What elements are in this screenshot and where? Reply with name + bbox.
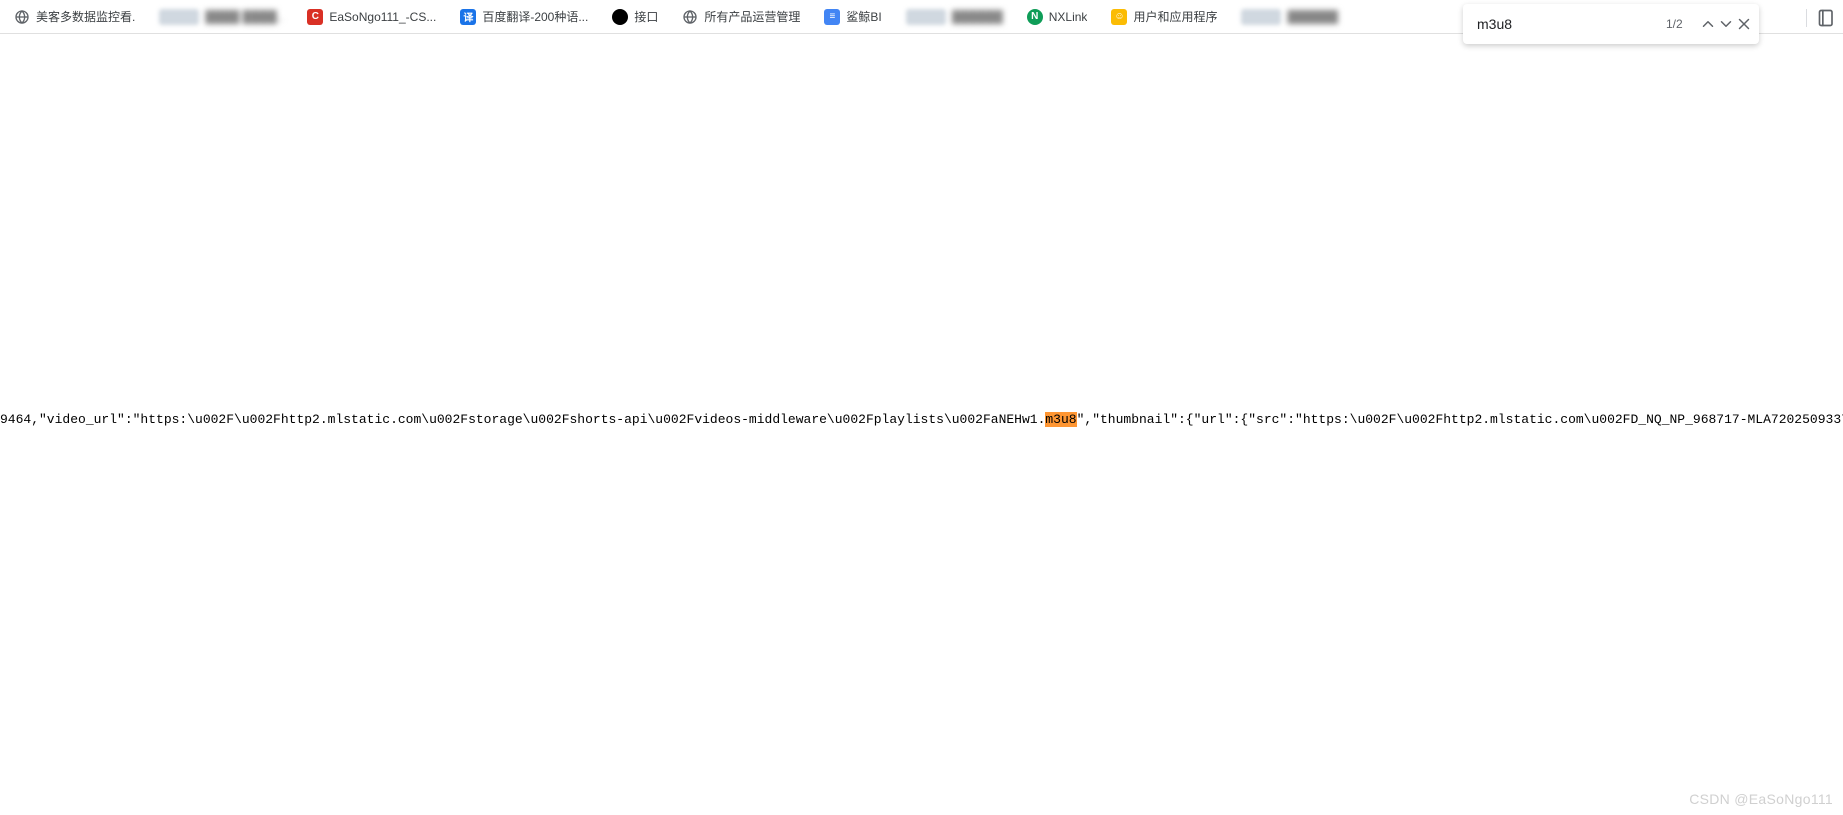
page-raw-text: 9464,"video_url":"https:\u002F\u002Fhttp…: [0, 412, 1843, 427]
bookmark-label: 鲨鲸BI: [846, 8, 881, 25]
bookmark-label: 接口: [634, 8, 658, 25]
bookmark-label: ██████: [1287, 10, 1338, 24]
bookmark-favicon: [1241, 9, 1281, 25]
bookmark-label: 美客多数据监控看.: [36, 8, 135, 25]
bookmark-favicon: [682, 9, 698, 25]
bookmark-label: NXLink: [1049, 10, 1088, 24]
bookmark-item-4[interactable]: 接口: [606, 4, 664, 29]
find-next-button[interactable]: [1717, 10, 1735, 38]
bookmark-label: EaSoNgo111_-CS...: [329, 10, 436, 24]
bookmarks-sidebar-icon[interactable]: [1817, 8, 1837, 28]
bookmark-item-2[interactable]: C EaSoNgo111_-CS...: [301, 5, 442, 29]
bookmark-favicon: [906, 9, 946, 25]
toolbar-right: [1806, 8, 1843, 28]
bookmark-favicon: C: [307, 9, 323, 25]
bookmark-label: 用户和应用程序: [1133, 8, 1217, 25]
bookmark-favicon: [612, 9, 628, 25]
find-close-button[interactable]: [1735, 10, 1753, 38]
find-in-page-bar: 1/2: [1463, 4, 1759, 44]
find-highlight: m3u8: [1045, 412, 1076, 427]
close-icon: [1735, 15, 1753, 33]
bookmark-label: 所有产品运营管理: [704, 8, 800, 25]
bookmark-item-8[interactable]: N NXLink: [1021, 5, 1094, 29]
bookmark-favicon: ≡: [824, 9, 840, 25]
bookmark-item-5[interactable]: 所有产品运营管理: [676, 4, 806, 29]
bookmark-favicon: ☺: [1111, 9, 1127, 25]
bookmark-item-6[interactable]: ≡ 鲨鲸BI: [818, 4, 887, 29]
bookmark-favicon: N: [1027, 9, 1043, 25]
bookmark-label: ████ ████..: [205, 10, 283, 24]
bookmark-item-10[interactable]: ██████: [1235, 5, 1344, 29]
find-prev-button[interactable]: [1699, 10, 1717, 38]
content-after-match: ","thumbnail":{"url":{"src":"https:\u002…: [1077, 412, 1843, 427]
bookmark-favicon: [14, 9, 30, 25]
bookmark-item-9[interactable]: ☺ 用户和应用程序: [1105, 4, 1223, 29]
toolbar-separator: [1806, 9, 1807, 27]
watermark: CSDN @EaSoNgo111: [1689, 791, 1833, 807]
bookmark-item-7[interactable]: ██████: [900, 5, 1009, 29]
bookmark-item-0[interactable]: 美客多数据监控看.: [8, 4, 141, 29]
bookmark-item-3[interactable]: 译百度翻译-200种语...: [454, 4, 594, 29]
bookmark-label: 百度翻译-200种语...: [482, 8, 588, 25]
chevron-down-icon: [1717, 15, 1735, 33]
content-before-match: 9464,"video_url":"https:\u002F\u002Fhttp…: [0, 412, 1045, 427]
find-input[interactable]: [1477, 16, 1658, 32]
chevron-up-icon: [1699, 15, 1717, 33]
bookmark-item-1[interactable]: ████ ████..: [153, 5, 289, 29]
find-match-count: 1/2: [1666, 17, 1683, 31]
bookmark-favicon: 译: [460, 9, 476, 25]
bookmark-label: ██████: [952, 10, 1003, 24]
bookmark-favicon: [159, 9, 199, 25]
